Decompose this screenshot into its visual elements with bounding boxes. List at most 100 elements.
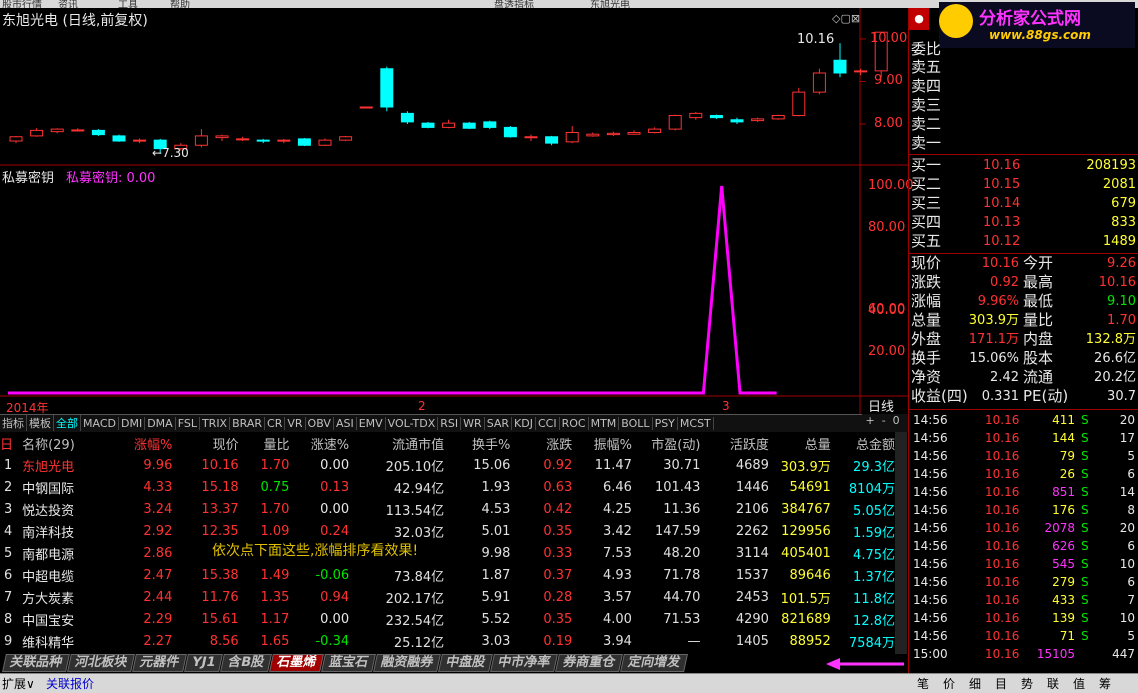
trade-cell: 10.16 — [985, 539, 1020, 553]
column-header[interactable]: 现价 — [172, 432, 239, 454]
column-header[interactable]: 涨幅% — [110, 432, 172, 454]
indicator-tab[interactable]: EMV — [357, 417, 386, 430]
indicator-tab[interactable]: 全部 — [54, 415, 81, 431]
detail-tab[interactable]: 笔 — [910, 675, 936, 692]
indicator-tab[interactable]: MACD — [81, 417, 119, 430]
sheet-tab[interactable]: 含B股 — [220, 654, 273, 672]
column-header[interactable]: 涨跌 — [510, 432, 572, 454]
table-cell: 1.35 — [260, 589, 290, 605]
trade-cell: 10.16 — [985, 413, 1020, 427]
table-row[interactable]: 3 悦达投资 3.24 13.37 1.70 0.00 113.54亿 4.53 0.42 4.2… — [0, 498, 895, 520]
sheet-tab[interactable]: 河北板块 — [67, 654, 135, 672]
sheet-tab[interactable]: YJ1 — [184, 654, 224, 672]
candle-body — [421, 122, 435, 128]
column-header[interactable]: 总金额 — [831, 432, 895, 454]
sheet-tab[interactable]: 中盘股 — [438, 654, 494, 672]
table-row[interactable]: 6 中超电缆 2.47 15.38 1.49 -0.06 73.84亿 1.87 0.37 4.9… — [0, 564, 895, 586]
indicator-tab[interactable]: RSI — [438, 417, 462, 430]
trade-cell: 71 — [1059, 629, 1075, 643]
trade-cell: 14 — [1119, 485, 1135, 499]
sheet-tab[interactable]: 元器件 — [132, 654, 187, 672]
table-row[interactable]: 2 中钢国际 4.33 15.18 0.75 0.13 42.94亿 1.93 0.63 6.46… — [0, 476, 895, 498]
trade-cell: 144 — [1052, 431, 1075, 445]
column-header[interactable]: 量比 — [239, 432, 289, 454]
indicator-tab[interactable]: PSY — [653, 417, 678, 430]
indicator-tab[interactable]: VOL-TDX — [386, 417, 439, 430]
menu-item[interactable]: 股市行情 — [2, 0, 42, 8]
menu-item[interactable]: 帮助 — [170, 0, 190, 8]
detail-tab[interactable]: 目 — [988, 675, 1014, 692]
table-row[interactable]: 9 维科精华 2.27 8.56 1.65 -0.34 25.12亿 3.03 0.19 3.94… — [0, 630, 895, 652]
column-header[interactable]: 市盈(动) — [632, 432, 700, 454]
column-header[interactable]: 名称(29) — [22, 432, 110, 454]
column-header[interactable]: 日 — [0, 432, 22, 454]
table-row[interactable]: 1 东旭光电 9.96 10.16 1.70 0.00 205.10亿 15.06 0.92 11… — [0, 454, 895, 476]
indicator-tab[interactable]: SAR — [485, 417, 513, 430]
indicator-tab[interactable]: BRAR — [230, 417, 266, 430]
trade-cell: S — [1081, 413, 1089, 427]
sheet-tab[interactable]: 券商重仓 — [555, 654, 624, 672]
related-quote-link[interactable]: 关联报价 — [46, 675, 94, 692]
indicator-tab[interactable]: MTM — [589, 417, 620, 430]
column-header[interactable]: 涨速% — [289, 432, 349, 454]
detail-tab[interactable]: 筹 — [1092, 675, 1118, 692]
sheet-tab[interactable]: 蓝宝石 — [321, 654, 377, 672]
expand-button[interactable]: 扩展∨ — [2, 675, 35, 692]
indicator-tab[interactable]: ROC — [560, 417, 589, 430]
indicator-tab[interactable]: TRIX — [200, 417, 231, 430]
indicator-tab[interactable]: CR — [265, 417, 286, 430]
period-label[interactable]: 日线 — [868, 396, 894, 415]
column-header[interactable]: 换手% — [444, 432, 510, 454]
indicator-tab[interactable]: 模板 — [27, 415, 54, 431]
column-header[interactable]: 振幅% — [572, 432, 632, 454]
menu-item[interactable]: 工具 — [118, 0, 138, 8]
kline-chart-pane[interactable]: 东旭光电 (日线,前复权) ◇▢⊠ 10.00 9.00 8.00 10.16 … — [0, 8, 908, 166]
table-row[interactable]: 8 中国宝安 2.29 15.61 1.17 0.00 232.54亿 5.52 0.35 4.0… — [0, 608, 895, 630]
table-cell: 4.25 — [602, 501, 632, 517]
trade-cell: 14:56 — [913, 431, 948, 445]
indicator-tab[interactable]: WR — [461, 417, 485, 430]
indicator-tab[interactable]: BOLL — [619, 417, 653, 430]
table-row[interactable]: 5 南都电源 2.86 9.98 0.33 7.53 48.20 3114 405401 4.75… — [0, 542, 895, 564]
table-cell: 4290 — [735, 611, 769, 627]
indicator-tab[interactable]: VR — [285, 417, 306, 430]
indicator-tab[interactable]: ASI — [334, 417, 357, 430]
indicator-tab[interactable]: FSL — [176, 417, 200, 430]
list-scrollbar[interactable] — [895, 432, 907, 654]
table-row[interactable]: 4 南洋科技 2.92 12.35 1.09 0.24 32.03亿 5.01 0.35 3.42… — [0, 520, 895, 542]
ask-levels: 卖五 卖四 卖三 卖二 卖一 — [911, 58, 1136, 153]
trade-cell: 15:00 — [913, 647, 948, 661]
indicator-tab[interactable]: DMI — [119, 417, 146, 430]
trade-cell: 20 — [1119, 521, 1135, 535]
candle-body — [71, 129, 85, 132]
column-header[interactable]: 活跃度 — [700, 432, 769, 454]
sheet-tab[interactable]: 石墨烯 — [269, 654, 325, 672]
indicator-tab[interactable]: 指标 — [0, 415, 27, 431]
tab-bar-controls[interactable]: + - 0 — [862, 414, 908, 431]
indicator-pane[interactable]: 私募密钥 私募密钥: 0.00 100.00 80.00 60.00 40.00… — [0, 166, 914, 415]
menu-item[interactable]: 资讯 — [58, 0, 78, 8]
indicator-tab[interactable]: OBV — [306, 417, 334, 430]
detail-tab[interactable]: 势 — [1014, 675, 1040, 692]
sheet-tab[interactable]: 中市净率 — [490, 654, 559, 672]
detail-tab[interactable]: 价 — [936, 675, 962, 692]
column-header[interactable]: 流通市值 — [349, 432, 444, 454]
quote-stat-row: 收益(四) 0.331 PE(动) 30.7 — [911, 387, 1136, 406]
table-cell: 8 — [4, 611, 13, 627]
stat-label: 外盘 — [911, 330, 942, 348]
indicator-axis-label: 20.00 — [868, 344, 906, 359]
column-header[interactable]: 总量 — [769, 432, 831, 454]
table-cell: 10.16 — [201, 457, 239, 473]
table-row[interactable]: 7 方大炭素 2.44 11.76 1.35 0.94 202.17亿 5.91 0.28 3.5… — [0, 586, 895, 608]
detail-tab[interactable]: 细 — [962, 675, 988, 692]
indicator-tab[interactable]: KDJ — [512, 417, 536, 430]
indicator-tab[interactable]: DMA — [145, 417, 176, 430]
detail-tab[interactable]: 联 — [1040, 675, 1066, 692]
indicator-tab[interactable]: MCST — [678, 417, 714, 430]
order-book-panel: ● 分析家公式网 www.88gs.com 委比 卖五 卖四 卖三 卖二 卖一 买一 10… — [908, 2, 1138, 673]
indicator-tab[interactable]: CCI — [536, 417, 560, 430]
sheet-tab[interactable]: 定向增发 — [620, 654, 689, 672]
detail-tab[interactable]: 值 — [1066, 675, 1092, 692]
sheet-tab[interactable]: 关联品种 — [2, 654, 70, 672]
sheet-tab[interactable]: 融资融券 — [373, 654, 442, 672]
